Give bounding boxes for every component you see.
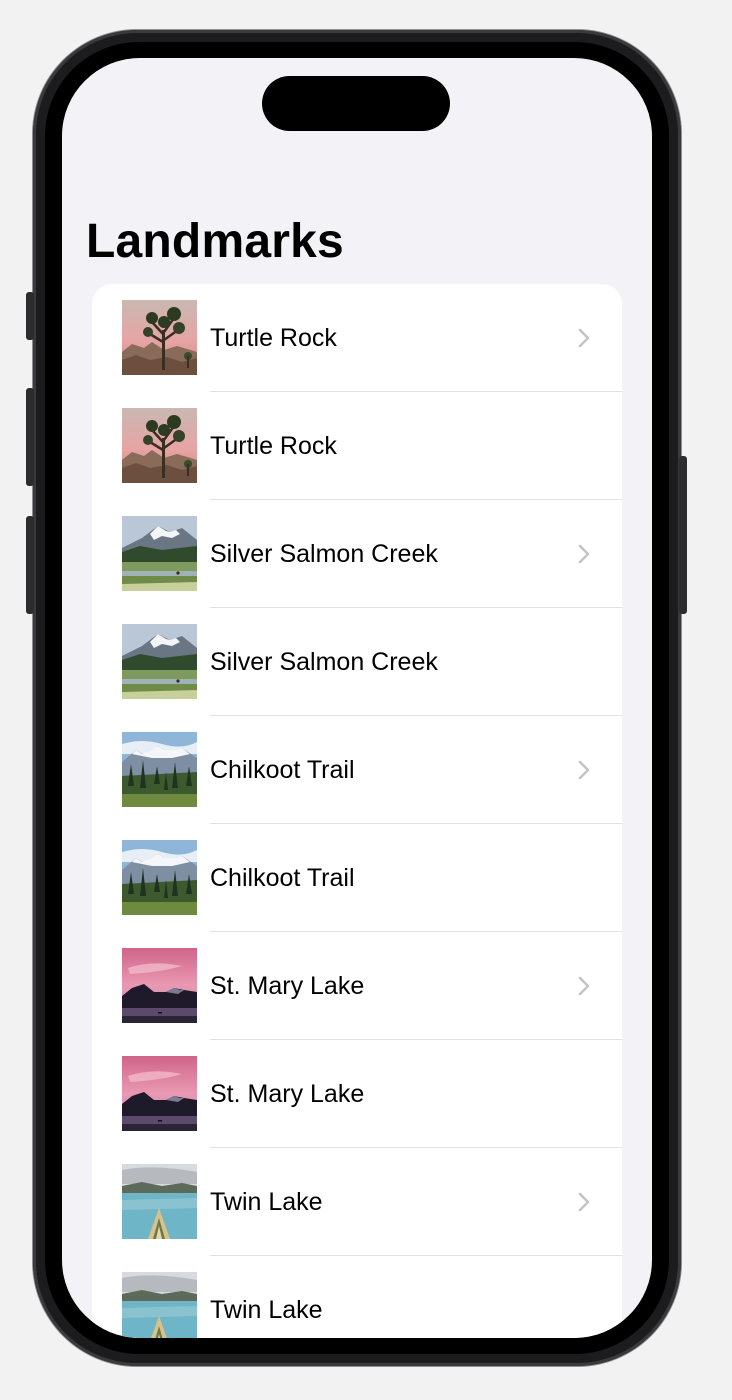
list-item-label: Chilkoot Trail xyxy=(210,864,355,892)
joshua-tree-photo xyxy=(122,408,197,483)
forest-mountain-photo xyxy=(122,732,197,807)
list-item-label: Twin Lake xyxy=(210,1296,323,1324)
volume-down-button xyxy=(26,516,34,614)
dynamic-island xyxy=(262,76,450,131)
page-title: Landmarks xyxy=(86,215,344,268)
list-item[interactable]: Chilkoot Trail xyxy=(92,716,622,824)
list-item[interactable]: Twin Lake xyxy=(92,1256,622,1338)
power-button xyxy=(679,456,687,614)
joshua-tree-photo xyxy=(122,300,197,375)
list-item-label: Twin Lake xyxy=(210,1188,323,1216)
chevron-right-icon xyxy=(576,542,592,566)
list-item-label: Chilkoot Trail xyxy=(210,756,355,784)
silent-switch xyxy=(26,292,34,340)
list-item-label: St. Mary Lake xyxy=(210,972,365,1000)
kayak-lake-photo xyxy=(122,1272,197,1338)
list-item[interactable]: Twin Lake xyxy=(92,1148,622,1256)
sunset-lake-photo xyxy=(122,948,197,1023)
list-item[interactable]: Turtle Rock xyxy=(92,284,622,392)
list-item-label: Silver Salmon Creek xyxy=(210,648,438,676)
chevron-right-icon xyxy=(576,974,592,998)
volume-up-button xyxy=(26,388,34,486)
chevron-right-icon xyxy=(576,1190,592,1214)
landmark-list: Turtle Rock Turtle Rock Silver Salmon Cr… xyxy=(92,284,622,1338)
chevron-right-icon xyxy=(576,326,592,350)
list-item[interactable]: St. Mary Lake xyxy=(92,932,622,1040)
mountain-meadow-photo xyxy=(122,624,197,699)
sunset-lake-photo xyxy=(122,1056,197,1131)
screen: Landmarks Turtle Rock Turtle Rock Silver… xyxy=(62,58,652,1338)
chevron-right-icon xyxy=(576,758,592,782)
list-item[interactable]: Chilkoot Trail xyxy=(92,824,622,932)
list-item-label: Silver Salmon Creek xyxy=(210,540,438,568)
list-item[interactable]: St. Mary Lake xyxy=(92,1040,622,1148)
list-item[interactable]: Silver Salmon Creek xyxy=(92,500,622,608)
forest-mountain-photo xyxy=(122,840,197,915)
list-item[interactable]: Turtle Rock xyxy=(92,392,622,500)
kayak-lake-photo xyxy=(122,1164,197,1239)
list-item[interactable]: Silver Salmon Creek xyxy=(92,608,622,716)
list-item-label: St. Mary Lake xyxy=(210,1080,365,1108)
mountain-meadow-photo xyxy=(122,516,197,591)
list-item-label: Turtle Rock xyxy=(210,324,337,352)
list-item-label: Turtle Rock xyxy=(210,432,337,460)
